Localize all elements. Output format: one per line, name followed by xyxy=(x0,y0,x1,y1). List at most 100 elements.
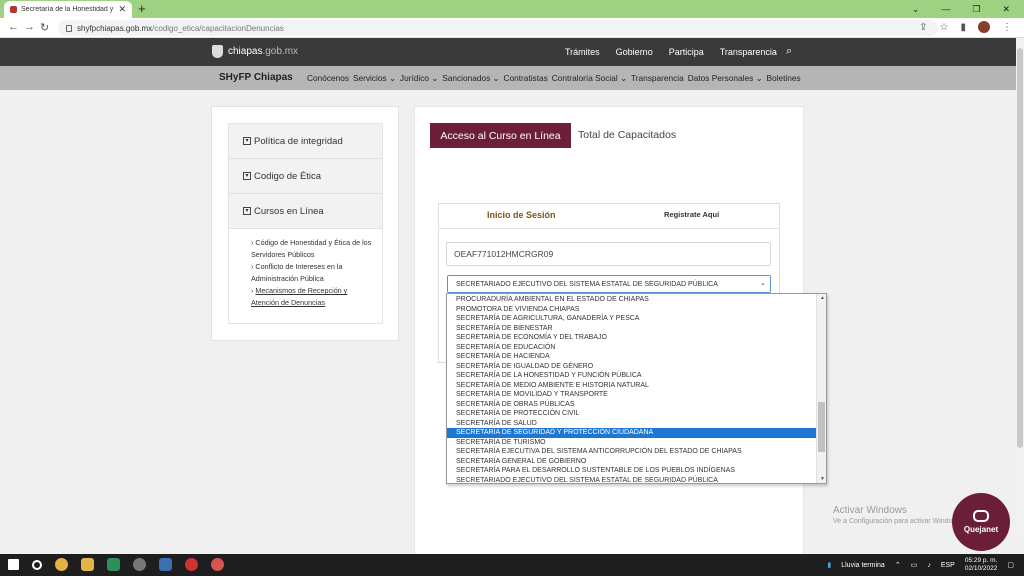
topnav-participa[interactable]: Participa xyxy=(669,47,704,57)
search-icon[interactable] xyxy=(32,559,42,570)
chrome-icon[interactable] xyxy=(55,558,68,571)
sidebar-panel: ▾ Política de integridad ▾ Codigo de Éti… xyxy=(211,106,399,341)
agency-option[interactable]: SECRETARÍA EJECUTIVA DEL SISTEMA ANTICOR… xyxy=(447,447,817,457)
subnav-sancionados-label: Sancionados xyxy=(442,73,491,83)
topnav-tramites[interactable]: Trámites xyxy=(565,47,600,57)
close-window-icon[interactable]: ✕ xyxy=(1002,4,1010,15)
app-icon[interactable] xyxy=(185,558,198,571)
file-explorer-icon[interactable] xyxy=(81,558,94,571)
subnav-conocenos[interactable]: Conócenos xyxy=(307,73,349,83)
agency-option[interactable]: SECRETARÍA DE SALUD xyxy=(447,419,817,429)
address-bar-row: ← → ↻ shyfpchiapas.gob.mx/codigo_etica/c… xyxy=(0,18,1024,38)
volume-icon[interactable]: ♪ xyxy=(927,562,931,569)
app-icon[interactable] xyxy=(133,558,146,571)
subnav-boletines[interactable]: Boletines xyxy=(767,73,801,83)
quejanet-chat-button[interactable]: Quejanet xyxy=(952,493,1010,551)
topnav-gobierno[interactable]: Gobierno xyxy=(616,47,653,57)
app-icon[interactable] xyxy=(107,558,120,571)
share-icon[interactable]: ⇪ xyxy=(919,22,927,33)
bookmark-star-icon[interactable]: ☆ xyxy=(940,22,949,33)
address-bar-icons: ⇪ ☆ ▮ ⋮ xyxy=(919,21,1012,33)
profile-avatar-icon[interactable] xyxy=(978,21,990,33)
sublink-mecanismos-denuncias[interactable]: › Mecanismos de Recepción y Atención de … xyxy=(251,285,372,309)
agency-option[interactable]: SECRETARÍA DE OBRAS PÚBLICAS xyxy=(447,400,817,410)
app-icon[interactable] xyxy=(159,558,172,571)
reload-icon[interactable]: ↻ xyxy=(40,21,49,34)
tab-search-icon[interactable]: ⌄ xyxy=(912,4,920,15)
subnav-contratistas[interactable]: Contratistas xyxy=(504,73,548,83)
tab-login[interactable]: Inicio de Sesión xyxy=(487,210,556,220)
close-tab-icon[interactable]: ✕ xyxy=(118,4,126,15)
page-scroll-thumb[interactable] xyxy=(1017,48,1023,448)
subnav-contraloria[interactable]: Contraloría Social ⌄ xyxy=(552,73,627,83)
url-field[interactable]: shyfpchiapas.gob.mx/codigo_etica/capacit… xyxy=(58,20,938,36)
brand-link[interactable]: SHyFP Chiapas xyxy=(219,72,293,83)
chrome-icon[interactable] xyxy=(211,558,224,571)
weather-text[interactable]: Lluvia termina xyxy=(841,562,885,569)
cursos-sublist: › Código de Honestidad y Ética de los Se… xyxy=(229,229,382,323)
agency-option[interactable]: SECRETARÍA DE SEGURIDAD Y PROTECCIÓN CIU… xyxy=(447,428,817,438)
page-scrollbar[interactable] xyxy=(1016,38,1024,538)
side-panel-icon[interactable]: ▮ xyxy=(960,22,966,33)
sublink-codigo-honestidad[interactable]: › Código de Honestidad y Ética de los Se… xyxy=(251,237,372,261)
agency-option[interactable]: SECRETARÍA DE AGRICULTURA, GANADERÍA Y P… xyxy=(447,314,817,324)
sidebar-item-codigo[interactable]: ▾ Codigo de Ética xyxy=(229,159,382,194)
options-scrollbar[interactable]: ▲ ▼ xyxy=(816,294,826,483)
agency-option[interactable]: SECRETARÍA DE BIENESTAR xyxy=(447,324,817,334)
windows-start-icon[interactable] xyxy=(8,559,19,570)
sublink-label: Mecanismos de Recepción y Atención de De… xyxy=(251,286,348,307)
agency-option[interactable]: SECRETARÍA DE HACIENDA xyxy=(447,352,817,362)
subnav-sancionados[interactable]: Sancionados ⌄ xyxy=(442,73,499,83)
agency-option[interactable]: SECRETARÍA DE IGUALDAD DE GÉNERO xyxy=(447,362,817,372)
minimize-icon[interactable]: — xyxy=(941,4,950,14)
restore-icon[interactable]: ❐ xyxy=(972,4,980,15)
chiapas-logo[interactable]: chiapas.gob.mx xyxy=(212,45,298,58)
agency-option[interactable]: PROMOTORA DE VIVIENDA CHIAPAS xyxy=(447,305,817,315)
sidebar-accordion: ▾ Política de integridad ▾ Codigo de Éti… xyxy=(228,123,383,324)
sublink-label: Conflicto de Intereses en la Administrac… xyxy=(251,262,343,283)
tray-chevron-icon[interactable]: ⌃ xyxy=(895,561,901,569)
windows-activation-watermark: Activar Windows Ve a Configuración para … xyxy=(833,505,963,525)
windows-taskbar: ▮ Lluvia termina ⌃ ▭ ♪ ESP 05:29 p. m. 0… xyxy=(0,554,1024,576)
tab-register[interactable]: Registrate Aquí xyxy=(664,210,719,219)
subnav-servicios[interactable]: Servicios ⌄ xyxy=(353,73,396,83)
network-icon[interactable]: ▭ xyxy=(911,561,918,569)
sidebar-item-cursos[interactable]: ▾ Cursos en Línea xyxy=(229,194,382,229)
browser-tab[interactable]: Secretaría de la Honestidad y Fu ✕ xyxy=(4,1,132,18)
agency-option[interactable]: PROCURADURÍA AMBIENTAL EN EL ESTADO DE C… xyxy=(447,295,817,305)
subnav-datos[interactable]: Datos Personales ⌄ xyxy=(688,73,763,83)
agency-option[interactable]: SECRETARÍA DE ECONOMÍA Y DEL TRABAJO xyxy=(447,333,817,343)
scroll-down-icon[interactable]: ▼ xyxy=(820,476,825,482)
scroll-up-icon[interactable]: ▲ xyxy=(820,295,825,301)
agency-option[interactable]: SECRETARÍA DE EDUCACIÓN xyxy=(447,343,817,353)
agency-option[interactable]: SECRETARÍA DE PROTECCIÓN CIVIL xyxy=(447,409,817,419)
agency-option[interactable]: SECRETARÍA GENERAL DE GOBIERNO xyxy=(447,457,817,467)
back-arrow-icon[interactable]: ← xyxy=(8,21,19,33)
subnav-transparencia[interactable]: Transparencia xyxy=(631,73,684,83)
clock[interactable]: 05:29 p. m. 02/10/2022 xyxy=(965,557,998,573)
topnav-transparencia[interactable]: Transparencia xyxy=(720,47,777,57)
notifications-icon[interactable]: ▢ xyxy=(1007,561,1014,569)
language-indicator[interactable]: ESP xyxy=(941,562,955,569)
sidebar-item-politica[interactable]: ▾ Política de integridad xyxy=(229,124,382,159)
agency-option[interactable]: SECRETARIADO EJECUTIVO DEL SISTEMA ESTAT… xyxy=(447,476,817,484)
agency-option[interactable]: SECRETARÍA DE MEDIO AMBIENTE E HISTORIA … xyxy=(447,381,817,391)
new-tab-icon[interactable]: + xyxy=(138,1,146,16)
agency-option[interactable]: SECRETARÍA DE LA HONESTIDAD Y FUNCIÓN PÚ… xyxy=(447,371,817,381)
agency-select[interactable]: SECRETARIADO EJECUTIVO DEL SISTEMA ESTAT… xyxy=(447,275,771,293)
course-access-button[interactable]: Acceso al Curso en Línea xyxy=(430,123,571,148)
options-scroll-thumb[interactable] xyxy=(818,402,825,452)
curp-input[interactable]: OEAF771012HMCRGR09 xyxy=(446,242,771,266)
search-icon[interactable]: ⌕ xyxy=(786,45,792,58)
total-trained-button[interactable]: Total de Capacitados xyxy=(578,129,676,141)
tab-title: Secretaría de la Honestidad y Fu xyxy=(21,6,115,13)
agency-option[interactable]: SECRETARÍA DE MOVILIDAD Y TRANSPORTE xyxy=(447,390,817,400)
agency-option[interactable]: SECRETARÍA DE TURISMO xyxy=(447,438,817,448)
sublink-conflicto-intereses[interactable]: › Conflicto de Intereses en la Administr… xyxy=(251,261,372,285)
subnav-juridico[interactable]: Jurídico ⌄ xyxy=(400,73,438,83)
forward-arrow-icon[interactable]: → xyxy=(24,21,35,33)
agency-option[interactable]: SECRETARÍA PARA EL DESARROLLO SUSTENTABL… xyxy=(447,466,817,476)
logo-main: chiapas xyxy=(228,46,263,57)
menu-kebab-icon[interactable]: ⋮ xyxy=(1002,22,1012,33)
subnav-servicios-label: Servicios xyxy=(352,73,387,83)
